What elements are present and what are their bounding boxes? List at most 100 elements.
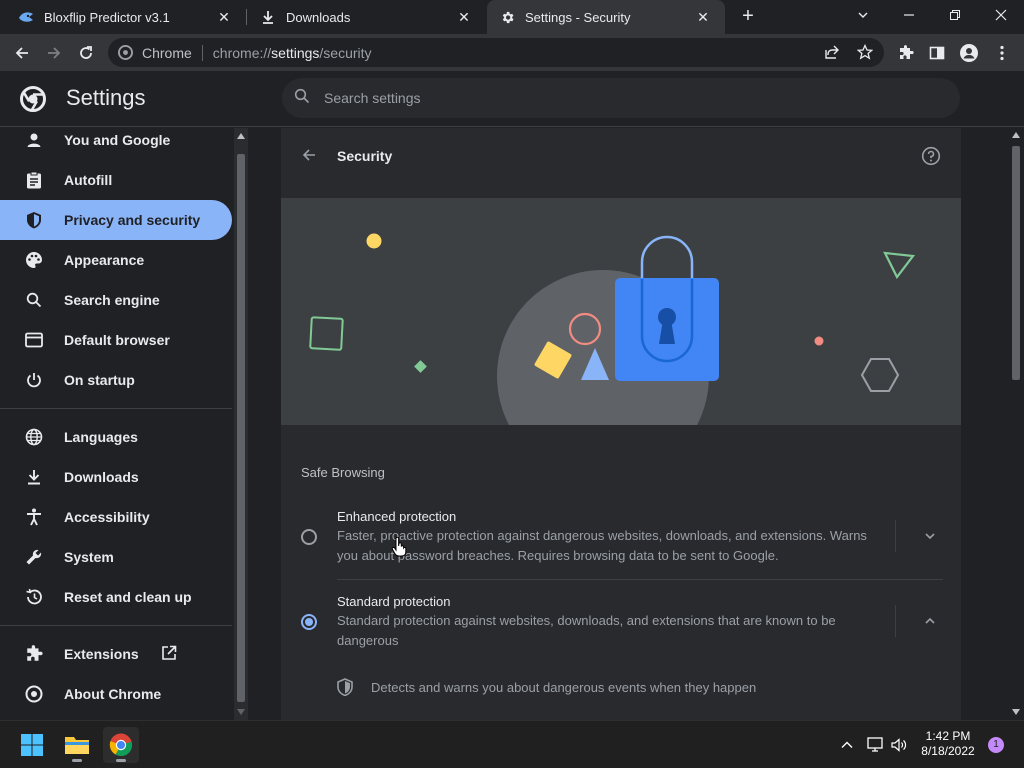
tab-bloxflip[interactable]: Bloxflip Predictor v3.1 ✕ bbox=[0, 0, 246, 34]
sidebar-item-label: Accessibility bbox=[64, 509, 150, 525]
power-icon bbox=[24, 370, 44, 390]
system-clock[interactable]: 1:42 PM 8/18/2022 bbox=[912, 729, 984, 759]
sidebar-scrollbar[interactable] bbox=[234, 128, 248, 720]
file-explorer-icon[interactable] bbox=[59, 727, 95, 763]
sidebar-item-label: Default browser bbox=[64, 332, 170, 348]
back-button[interactable] bbox=[9, 40, 35, 66]
browser-toolbar: Chrome chrome://settings/security bbox=[0, 34, 1024, 71]
card-header: Security bbox=[281, 128, 961, 198]
menu-icon[interactable] bbox=[989, 40, 1015, 66]
history-icon bbox=[24, 587, 44, 607]
extensions-icon[interactable] bbox=[893, 40, 919, 66]
sidebar-item-label: You and Google bbox=[64, 132, 171, 148]
restore-button[interactable] bbox=[932, 0, 978, 30]
sidebar-item-autofill[interactable]: Autofill bbox=[0, 160, 232, 200]
side-panel-icon[interactable] bbox=[924, 40, 950, 66]
detail-text: Detects and warns you about dangerous ev… bbox=[371, 679, 757, 695]
notification-badge[interactable]: 1 bbox=[988, 737, 1004, 753]
standard-protection-option[interactable]: Standard protection Standard protection … bbox=[281, 581, 961, 665]
share-icon[interactable] bbox=[824, 44, 840, 63]
windows-start-button[interactable] bbox=[14, 727, 50, 763]
bookmark-star-icon[interactable] bbox=[856, 43, 874, 63]
close-tab-icon[interactable]: ✕ bbox=[695, 9, 711, 25]
volume-icon[interactable] bbox=[890, 736, 908, 759]
palette-icon bbox=[24, 250, 44, 270]
url-scheme: chrome:// bbox=[212, 44, 272, 61]
security-card: Security Safe Browsing Enhanced protecti… bbox=[281, 128, 961, 720]
forward-button[interactable] bbox=[41, 40, 67, 66]
enhanced-protection-radio[interactable] bbox=[301, 529, 317, 545]
sidebar-item-on-startup[interactable]: On startup bbox=[0, 360, 232, 400]
url-host: settings bbox=[271, 44, 320, 61]
option-divider bbox=[895, 520, 896, 552]
sidebar-item-label: Privacy and security bbox=[64, 212, 201, 228]
chrome-taskbar-icon[interactable] bbox=[103, 727, 139, 763]
tab-downloads[interactable]: Downloads ✕ bbox=[248, 0, 486, 34]
sidebar-item-extensions[interactable]: Extensions bbox=[0, 634, 232, 674]
download-icon bbox=[24, 467, 44, 487]
sidebar-item-reset-and-clean-up[interactable]: Reset and clean up bbox=[0, 577, 232, 617]
clipboard-icon bbox=[24, 170, 44, 190]
sidebar-item-default-browser[interactable]: Default browser bbox=[0, 320, 232, 360]
sidebar-item-label: On startup bbox=[64, 372, 135, 388]
main-scroll-thumb[interactable] bbox=[1012, 146, 1020, 380]
expand-chevron-down-icon[interactable] bbox=[921, 527, 939, 545]
close-window-button[interactable] bbox=[978, 0, 1024, 30]
sidebar-item-you-and-google[interactable]: You and Google bbox=[0, 120, 232, 160]
tab-label: Settings - Security bbox=[525, 9, 631, 25]
standard-protection-radio[interactable] bbox=[301, 614, 317, 630]
shield-icon bbox=[337, 678, 353, 696]
minimize-button[interactable] bbox=[886, 0, 932, 30]
gear-icon bbox=[499, 9, 515, 25]
sidebar-item-about-chrome[interactable]: About Chrome bbox=[0, 674, 232, 714]
sidebar-divider bbox=[0, 625, 232, 626]
tab-search-icon[interactable] bbox=[840, 0, 886, 30]
search-settings-box[interactable] bbox=[282, 78, 960, 118]
hand-cursor-icon bbox=[391, 536, 407, 562]
omnibox-divider bbox=[201, 44, 203, 61]
tab-label: Bloxflip Predictor v3.1 bbox=[44, 9, 170, 25]
sidebar-item-downloads[interactable]: Downloads bbox=[0, 457, 232, 497]
reload-button[interactable] bbox=[73, 40, 99, 66]
close-tab-icon[interactable]: ✕ bbox=[216, 9, 232, 25]
sidebar-item-accessibility[interactable]: Accessibility bbox=[0, 497, 232, 537]
option-description: Standard protection against websites, do… bbox=[337, 613, 836, 648]
profile-avatar[interactable] bbox=[956, 40, 982, 66]
search-input[interactable] bbox=[324, 90, 924, 106]
sidebar-item-system[interactable]: System bbox=[0, 537, 232, 577]
sidebar-item-search-engine[interactable]: Search engine bbox=[0, 280, 232, 320]
site-label: Chrome bbox=[142, 44, 192, 61]
close-tab-icon[interactable]: ✕ bbox=[456, 9, 472, 25]
enhanced-protection-option[interactable]: Enhanced protection Faster, proactive pr… bbox=[281, 496, 961, 580]
sidebar-divider bbox=[0, 408, 232, 409]
tab-settings-security[interactable]: Settings - Security ✕ bbox=[487, 0, 725, 34]
help-icon[interactable] bbox=[921, 146, 941, 171]
tab-label: Downloads bbox=[286, 9, 351, 25]
windows-taskbar: 1:42 PM 8/18/2022 1 bbox=[0, 720, 1024, 768]
chrome-icon bbox=[24, 684, 44, 704]
chevron-up-icon[interactable] bbox=[840, 738, 854, 757]
back-arrow-icon[interactable] bbox=[301, 147, 317, 168]
section-heading: Security bbox=[337, 148, 393, 164]
address-bar[interactable]: Chrome chrome://settings/security bbox=[108, 38, 884, 67]
sidebar-scroll-thumb[interactable] bbox=[237, 154, 245, 702]
network-icon[interactable] bbox=[866, 736, 884, 759]
option-separator bbox=[337, 579, 943, 580]
url-path: /security bbox=[319, 44, 372, 61]
sidebar-item-appearance[interactable]: Appearance bbox=[0, 240, 232, 280]
sidebar-item-privacy-and-security[interactable]: Privacy and security bbox=[0, 200, 232, 240]
collapse-chevron-up-icon[interactable] bbox=[921, 612, 939, 630]
running-indicator bbox=[72, 759, 82, 762]
chrome-icon bbox=[118, 45, 133, 63]
sidebar-item-languages[interactable]: Languages bbox=[0, 417, 232, 457]
option-divider bbox=[895, 605, 896, 637]
page-title: Settings bbox=[66, 85, 146, 110]
main-scrollbar[interactable] bbox=[1008, 128, 1024, 720]
chrome-logo-icon bbox=[20, 86, 46, 117]
sidebar-item-label: Extensions bbox=[64, 646, 139, 662]
new-tab-button[interactable]: + bbox=[738, 6, 758, 26]
sidebar-item-label: Reset and clean up bbox=[64, 589, 192, 605]
sidebar-item-label: Autofill bbox=[64, 172, 113, 188]
search-icon bbox=[294, 88, 310, 109]
download-icon bbox=[260, 9, 276, 25]
